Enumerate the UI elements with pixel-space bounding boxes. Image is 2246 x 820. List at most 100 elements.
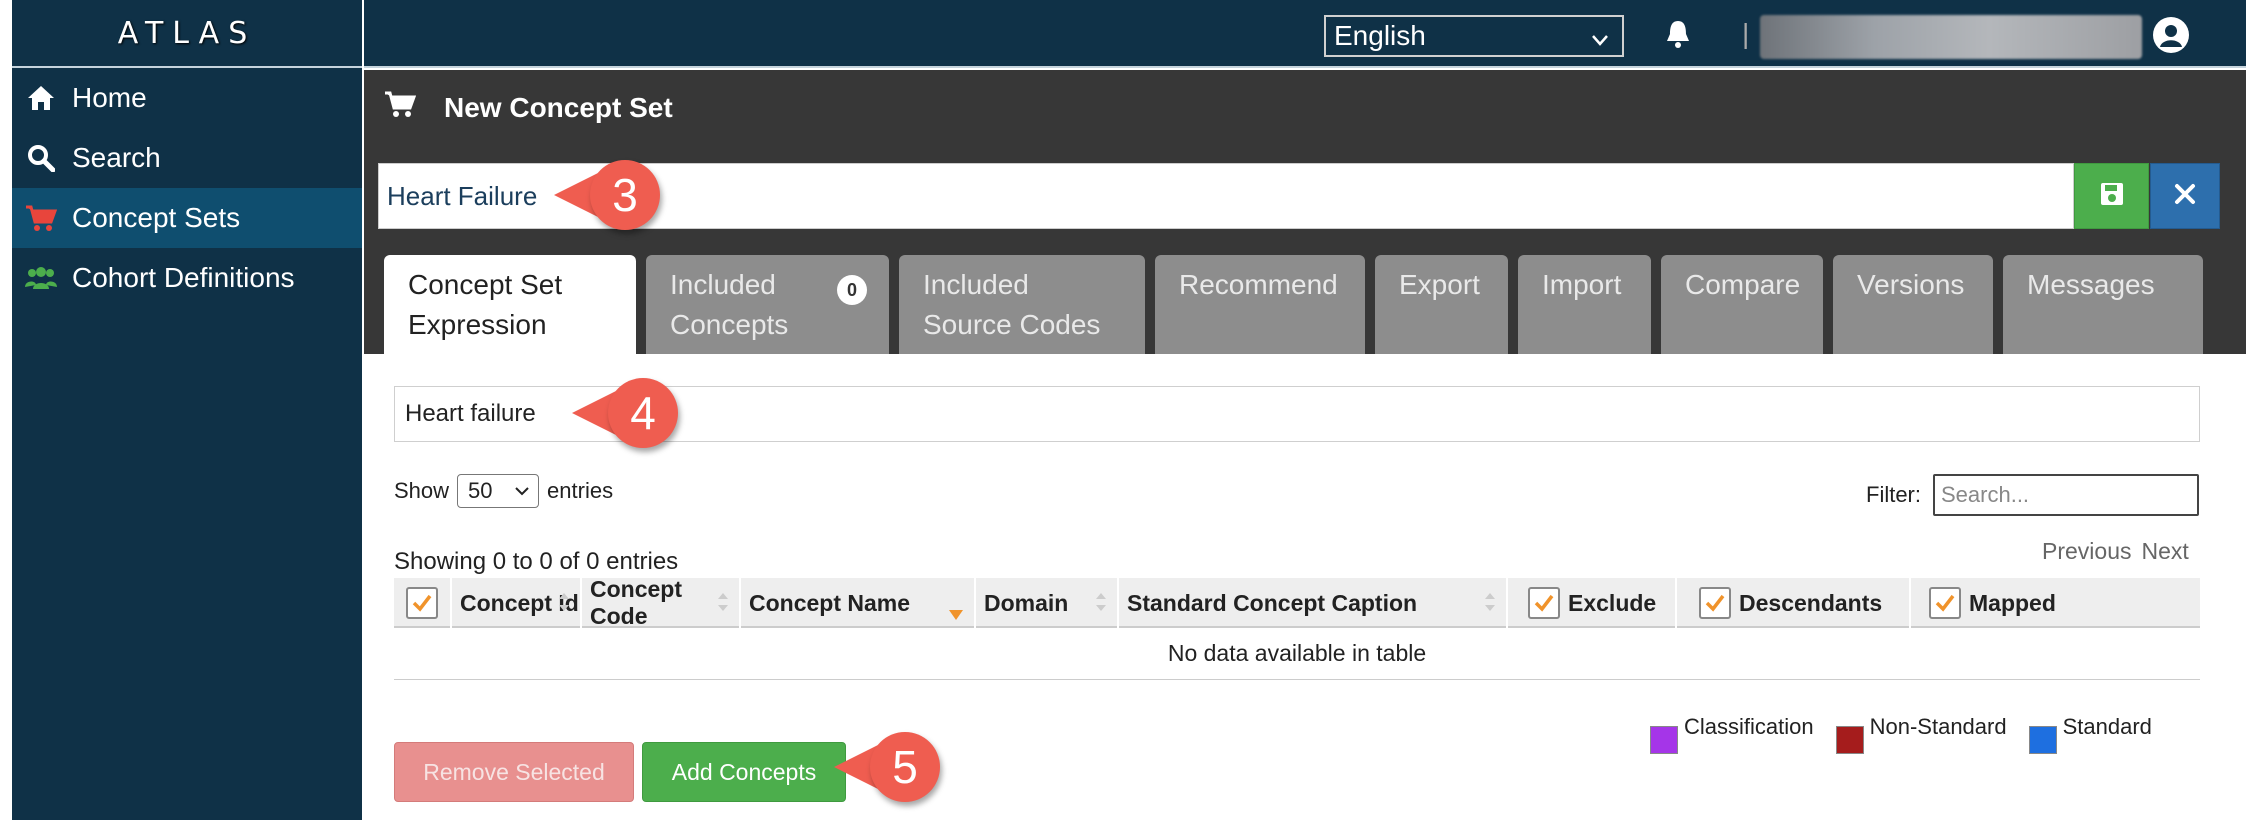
save-button[interactable] <box>2074 163 2149 229</box>
column-standard-concept-caption[interactable]: Standard Concept Caption <box>1119 578 1508 628</box>
previous-page-link[interactable]: Previous <box>2042 538 2131 564</box>
tab-label-line2: Expression <box>408 309 547 340</box>
column-exclude: Exclude <box>1508 578 1677 628</box>
column-concept-code[interactable]: Concept Code <box>582 576 741 629</box>
tab-included-concepts[interactable]: Included Concepts 0 <box>646 255 889 354</box>
search-icon <box>24 141 58 175</box>
sidebar-item-concept-sets[interactable]: Concept Sets <box>12 188 362 248</box>
remove-selected-button[interactable]: Remove Selected <box>394 742 634 802</box>
descendants-all-checkbox[interactable] <box>1699 587 1731 619</box>
tab-versions[interactable]: Versions <box>1833 255 1993 354</box>
column-descendants: Descendants <box>1677 578 1911 628</box>
sort-descending-icon <box>948 600 964 627</box>
column-header-label: Mapped <box>1969 589 2056 616</box>
cart-icon <box>384 90 444 125</box>
callout-number: 4 <box>608 378 678 448</box>
tab-label-line2: Source Codes <box>923 309 1101 340</box>
save-icon <box>2099 181 2125 212</box>
sort-icon <box>558 590 570 620</box>
concept-set-name-value: Heart Failure <box>387 180 538 211</box>
tab-compare[interactable]: Compare <box>1661 255 1823 354</box>
tab-label: Export <box>1399 269 1480 300</box>
pagination: Previous Next <box>2042 538 2199 565</box>
sidebar-item-label: Cohort Definitions <box>72 262 295 293</box>
legend-swatch <box>1835 726 1864 754</box>
app-logo[interactable]: ATLAS <box>12 0 362 68</box>
step-callout-3: 3 <box>554 160 660 230</box>
sidebar-item-cohort-definitions[interactable]: Cohort Definitions <box>12 248 362 308</box>
tab-import[interactable]: Import <box>1518 255 1651 354</box>
legend-item-classification: Classification <box>1650 714 1814 754</box>
tab-export[interactable]: Export <box>1375 255 1508 354</box>
column-header-label: Concept Name <box>749 589 911 616</box>
sidebar-item-label: Concept Sets <box>72 202 241 233</box>
legend-item-standard: Standard <box>2028 714 2152 754</box>
tab-included-source-codes[interactable]: Included Source Codes <box>899 255 1145 354</box>
select-all-checkbox[interactable] <box>406 587 438 619</box>
add-concepts-button[interactable]: Add Concepts <box>642 742 846 802</box>
tab-label-line1: Included <box>670 269 776 300</box>
count-badge: 0 <box>837 275 867 305</box>
concept-set-table: Concept Id Concept Code Concept Name Dom… <box>394 576 2200 680</box>
sidebar-item-label: Search <box>72 142 161 173</box>
column-header-label: Exclude <box>1568 589 1657 616</box>
page-length-select[interactable]: 50 <box>457 474 540 508</box>
sidebar-item-label: Home <box>72 82 147 113</box>
legend-swatch <box>1650 726 1678 754</box>
table-empty-row: No data available in table <box>394 628 2200 680</box>
page-length-control: Show 50 entries <box>394 474 613 508</box>
close-icon <box>2174 183 2196 210</box>
column-header-label: Standard Concept Caption <box>1127 589 1418 616</box>
tab-label: Compare <box>1685 269 1801 300</box>
mapped-all-checkbox[interactable] <box>1929 587 1961 619</box>
table-filter: Filter: Search... <box>1866 474 2199 516</box>
sidebar-item-search[interactable]: Search <box>12 128 362 188</box>
tab-label: Import <box>1542 269 1622 300</box>
tab-messages[interactable]: Messages <box>2003 255 2203 354</box>
legend-label: Classification <box>1684 714 1814 739</box>
tab-label-line1: Included <box>923 269 1029 300</box>
concept-search-value: Heart failure <box>405 400 536 427</box>
tab-recommend[interactable]: Recommend <box>1155 255 1365 354</box>
callout-number: 3 <box>590 160 660 230</box>
language-select[interactable]: English <box>1324 15 1624 57</box>
column-concept-name[interactable]: Concept Name <box>741 578 976 628</box>
user-name-redacted <box>1760 15 2142 59</box>
select-all-column <box>394 578 452 628</box>
sidebar-item-home[interactable]: Home <box>12 68 362 128</box>
column-domain[interactable]: Domain <box>976 578 1119 628</box>
filter-placeholder: Search... <box>1941 482 2030 507</box>
tab-concept-set-expression[interactable]: Concept Set Expression <box>384 255 636 354</box>
sort-icon <box>1095 590 1107 620</box>
legend-label: Non-Standard <box>1869 714 2007 739</box>
exclude-all-checkbox[interactable] <box>1528 587 1560 619</box>
page-length-value: 50 <box>468 478 493 503</box>
tab-label: Recommend <box>1179 269 1338 300</box>
next-page-link[interactable]: Next <box>2141 538 2188 564</box>
users-icon <box>24 261 58 295</box>
step-callout-4: 4 <box>572 378 678 448</box>
column-header-label: Descendants <box>1739 589 1883 616</box>
legend-label: Standard <box>2062 714 2152 739</box>
legend-item-non-standard: Non-Standard <box>1835 714 2007 754</box>
sidebar: ATLAS Home Search Concept Sets Cohort De… <box>12 0 362 820</box>
column-concept-id[interactable]: Concept Id <box>452 578 582 628</box>
legend-swatch <box>2028 726 2057 754</box>
tab-label-line1: Concept Set <box>408 269 563 300</box>
show-label: Show <box>394 478 450 503</box>
top-bar: English | <box>364 0 2246 68</box>
sort-icon <box>717 590 729 620</box>
concept-set-header: New Concept Set Heart Failure Concept Se… <box>364 70 2246 354</box>
filter-search-input[interactable]: Search... <box>1933 474 2199 516</box>
user-avatar-icon[interactable] <box>2152 16 2190 59</box>
step-callout-5: 5 <box>834 732 940 802</box>
legend: Classification Non-Standard Standard <box>1650 714 2174 754</box>
callout-number: 5 <box>870 732 940 802</box>
bell-icon[interactable] <box>1664 18 1692 55</box>
close-button[interactable] <box>2150 163 2220 229</box>
page-title: New Concept Set <box>444 91 673 123</box>
table-info: Showing 0 to 0 of 0 entries <box>394 548 679 575</box>
tab-label: Versions <box>1857 269 1965 300</box>
chevron-down-icon <box>512 481 532 507</box>
separator: | <box>1742 18 1750 49</box>
